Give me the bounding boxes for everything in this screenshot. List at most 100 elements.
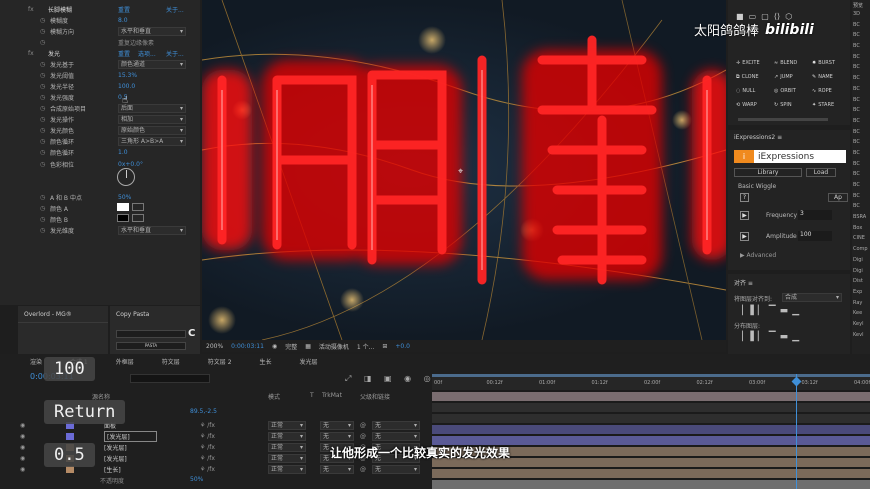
preset-item[interactable]: BC [852, 22, 870, 33]
opacity-value[interactable]: 50% [190, 476, 203, 483]
timeline-tab[interactable]: 发光层 [300, 357, 318, 367]
preset-item[interactable]: Ray [852, 300, 870, 311]
fx-icon[interactable]: fx [28, 6, 34, 13]
preset-item[interactable]: 3D [852, 11, 870, 22]
property-dropdown[interactable]: 颜色通道 [118, 60, 186, 69]
preset-item[interactable]: BC [852, 107, 870, 118]
preset-item[interactable]: Box [852, 225, 870, 236]
blend-mode-dropdown[interactable]: 正常 [268, 454, 306, 463]
motion-warp-button[interactable]: ⟲ WARP [736, 102, 757, 108]
blend-mode-dropdown[interactable]: 正常 [268, 421, 306, 430]
motion-spin-button[interactable]: ↻ SPIN [774, 102, 792, 108]
eyedropper-icon[interactable] [132, 214, 144, 222]
preset-item[interactable]: Exp [852, 289, 870, 300]
camera-snapshot-icon[interactable]: ◉ [272, 343, 277, 350]
preset-item[interactable]: BC [852, 171, 870, 182]
property-value[interactable]: 重置 [118, 5, 130, 14]
blend-mode-dropdown[interactable]: 正常 [268, 465, 306, 474]
property-value[interactable]: 8.0 [118, 17, 128, 24]
preset-item[interactable]: BC [852, 193, 870, 204]
property-value[interactable]: 重置 [118, 49, 130, 58]
preset-item[interactable]: BC [852, 97, 870, 108]
timeline-tab[interactable]: 外框层 [116, 357, 134, 367]
property-value[interactable]: 50% [118, 194, 131, 201]
property-value[interactable]: 15.3% [118, 72, 137, 79]
layer-switches[interactable]: ⚘ /fx [200, 444, 215, 451]
property-dropdown[interactable]: 原始颜色 [118, 126, 186, 135]
stopwatch-icon[interactable]: ◷ [40, 127, 45, 134]
time-ruler[interactable]: 00f 00:12f 01:00f 01:12f 02:00f 02:12f 03:00f 0… [432, 374, 870, 390]
preset-item[interactable]: BC [852, 86, 870, 97]
about-link[interactable]: 关于... [166, 49, 184, 58]
preset-item[interactable]: Dist [852, 278, 870, 289]
amplitude-keyframe-icon[interactable]: ▶ [740, 232, 749, 241]
preset-item[interactable]: BC [852, 182, 870, 193]
track-bar[interactable] [432, 414, 870, 423]
amplitude-input[interactable]: 100 [798, 231, 832, 241]
preset-item[interactable]: BC [852, 139, 870, 150]
property-value[interactable]: 重复边缘像素 [118, 38, 154, 47]
motion-name-button[interactable]: ✎ NAME [812, 74, 833, 80]
preset-item[interactable]: BC [852, 54, 870, 65]
color-label[interactable] [66, 432, 74, 440]
tab-load[interactable]: Load [806, 168, 836, 177]
color-b-swatch[interactable] [117, 214, 129, 222]
advanced-toggle[interactable]: ▶ Advanced [740, 252, 776, 259]
preset-item[interactable]: Keyl [852, 321, 870, 332]
blend-mode-dropdown[interactable]: 正常 [268, 443, 306, 452]
visibility-eye-icon[interactable]: ◉ [20, 433, 25, 440]
visibility-eye-icon[interactable]: ◉ [20, 444, 25, 451]
camera-dropdown[interactable]: 活动摄像机 [319, 342, 349, 351]
layer-name[interactable]: [发光层] [104, 454, 127, 463]
visibility-eye-icon[interactable]: ◉ [20, 422, 25, 429]
preset-item[interactable]: BC [852, 75, 870, 86]
layer-name[interactable]: [生长] [104, 465, 121, 474]
motion-blend-button[interactable]: ≈ BLEND [774, 60, 797, 66]
playhead[interactable] [796, 374, 797, 489]
property-dropdown[interactable]: 水平和垂直 [118, 226, 186, 235]
blend-mode-dropdown[interactable]: 正常 [268, 432, 306, 441]
track-area[interactable] [432, 390, 870, 489]
track-bar[interactable] [432, 480, 870, 489]
preset-item[interactable]: BC [852, 32, 870, 43]
stopwatch-icon[interactable]: ◷ [40, 149, 45, 156]
paste-button[interactable]: PASTA [116, 342, 186, 350]
copy-c-button[interactable]: C [188, 328, 195, 339]
apply-button[interactable]: Ap [828, 193, 848, 202]
stopwatch-icon[interactable]: ◷ [40, 94, 45, 101]
stopwatch-icon[interactable]: ◷ [40, 227, 45, 234]
preset-item[interactable]: BC [852, 161, 870, 172]
motion-null-button[interactable]: ◌ NULL [736, 88, 755, 94]
layer-switches[interactable]: ⚘ /fx [200, 455, 215, 462]
distribute-buttons[interactable]: ▕▐▏▔▬▁ [736, 332, 803, 342]
motion-slider[interactable] [738, 118, 828, 121]
stopwatch-icon[interactable]: ◷ [40, 61, 45, 68]
options-link[interactable]: 选项... [138, 49, 156, 58]
motion-burst-button[interactable]: ✸ BURST [812, 60, 835, 66]
trkmat-dropdown[interactable]: 无 [320, 432, 354, 441]
stopwatch-icon[interactable]: ◷ [40, 28, 45, 35]
trkmat-dropdown[interactable]: 无 [320, 465, 354, 474]
frequency-input[interactable]: 3 [798, 210, 832, 220]
motion-rope-button[interactable]: ∿ ROPE [812, 88, 832, 94]
search-field[interactable] [130, 374, 210, 383]
preset-item[interactable]: Digi [852, 257, 870, 268]
property-value[interactable]: 0x+0.0° [118, 161, 143, 168]
flowchart-icon[interactable]: ⊞ [382, 343, 387, 350]
layer-switches[interactable]: ⚘ /fx [200, 422, 215, 429]
fx-icon[interactable]: fx [28, 50, 34, 57]
eyedropper-icon[interactable] [132, 203, 144, 211]
timeline-layer-row[interactable]: ◉ [发光层] ⚘ /fx 正常 无 @ 无 [0, 430, 430, 442]
zoom-dropdown[interactable]: 200% [206, 343, 223, 350]
stopwatch-icon[interactable]: ◷ [40, 105, 45, 112]
parent-pickwhip-icon[interactable]: @ [360, 422, 366, 429]
stopwatch-icon[interactable]: ◷ [40, 216, 45, 223]
color-phase-dial[interactable] [117, 168, 135, 186]
parent-dropdown[interactable]: 无 [372, 465, 420, 474]
layer-switches[interactable]: ⚘ /fx [200, 433, 215, 440]
stopwatch-icon[interactable]: ◷ [40, 194, 45, 201]
stopwatch-icon[interactable]: ◷ [40, 17, 45, 24]
work-area-bar[interactable] [432, 374, 870, 377]
stopwatch-icon[interactable]: ◷ [40, 72, 45, 79]
visibility-eye-icon[interactable]: ◉ [20, 455, 25, 462]
